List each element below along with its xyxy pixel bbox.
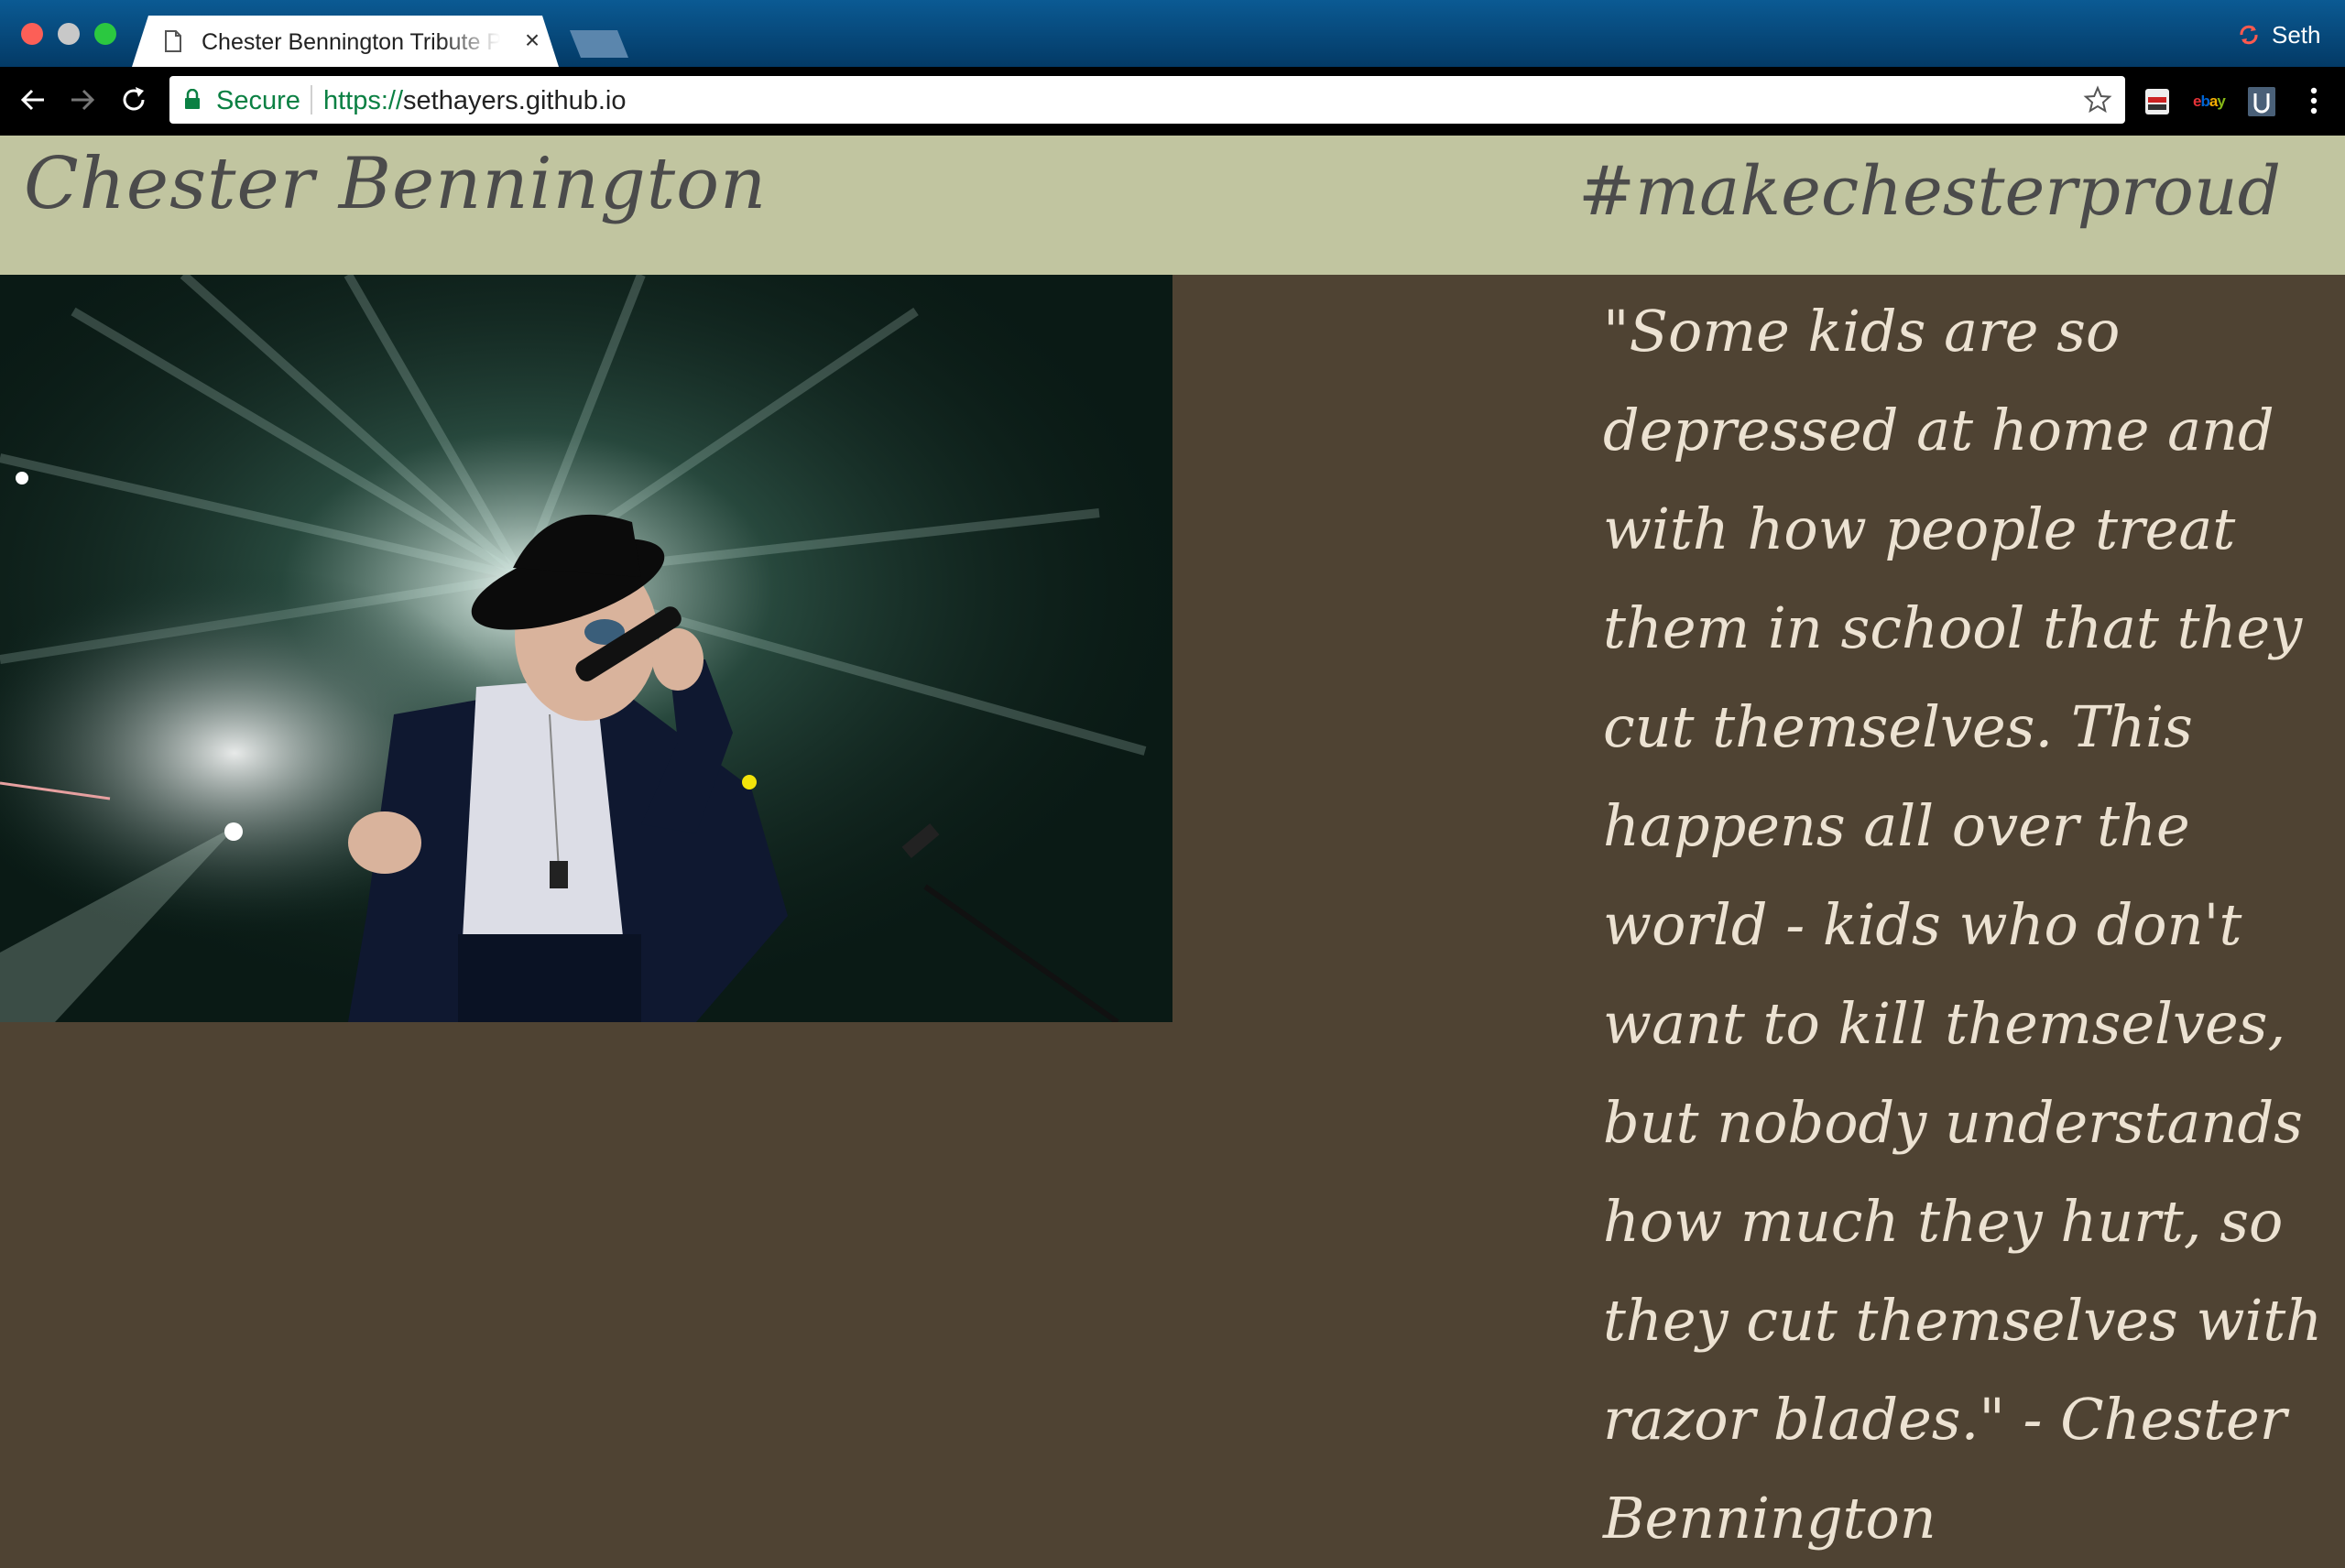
incognito-mask-extension-icon[interactable] — [2143, 85, 2171, 118]
profile-button[interactable]: Seth — [2237, 18, 2321, 51]
browser-toolbar: Secure https://sethayers.github.io ebay — [0, 67, 2345, 136]
secure-label: Secure — [216, 86, 300, 115]
url-text[interactable]: https://sethayers.github.io — [323, 86, 626, 116]
back-arrow-icon[interactable] — [16, 83, 49, 116]
page-title: Chester Bennington — [24, 143, 768, 225]
u-extension-icon[interactable] — [2246, 85, 2277, 118]
zoom-window-button[interactable] — [94, 23, 116, 45]
omnibox-divider — [311, 85, 312, 114]
reload-icon[interactable] — [117, 83, 150, 116]
new-tab-button[interactable] — [570, 30, 628, 58]
url-scheme: https:// — [323, 86, 404, 115]
sync-error-icon — [2240, 25, 2258, 45]
address-bar[interactable]: Secure https://sethayers.github.io — [169, 76, 2125, 124]
document-icon — [165, 30, 181, 52]
site-header: Chester Bennington #makechesterproud — [0, 136, 2345, 275]
close-window-button[interactable] — [21, 23, 43, 45]
bookmark-star-icon[interactable] — [2083, 85, 2112, 114]
hero-image — [0, 275, 1172, 1022]
concert-singer-photo — [0, 275, 1172, 1022]
page-content: Chester Bennington #makechesterproud "So… — [0, 136, 2345, 1552]
profile-name: Seth — [2272, 20, 2321, 49]
lock-icon — [185, 89, 200, 109]
browser-menu-icon[interactable] — [2301, 83, 2327, 118]
close-tab-icon[interactable]: × — [520, 27, 544, 53]
tab-title: Chester Bennington Tribute Page — [202, 29, 500, 55]
browser-titlebar: Chester Bennington Tribute Page × Seth — [0, 0, 2345, 67]
ebay-extension-icon[interactable]: ebay — [2193, 93, 2226, 111]
browser-tab[interactable]: Chester Bennington Tribute Page × — [132, 16, 559, 67]
url-host: sethayers.github.io — [403, 86, 627, 115]
forward-arrow-icon[interactable] — [66, 83, 99, 116]
tribute-quote: "Some kids are so depressed at home and … — [1603, 298, 2323, 1552]
minimize-window-button[interactable] — [58, 23, 80, 45]
hashtag-text: #makechesterproud — [1577, 152, 2281, 231]
